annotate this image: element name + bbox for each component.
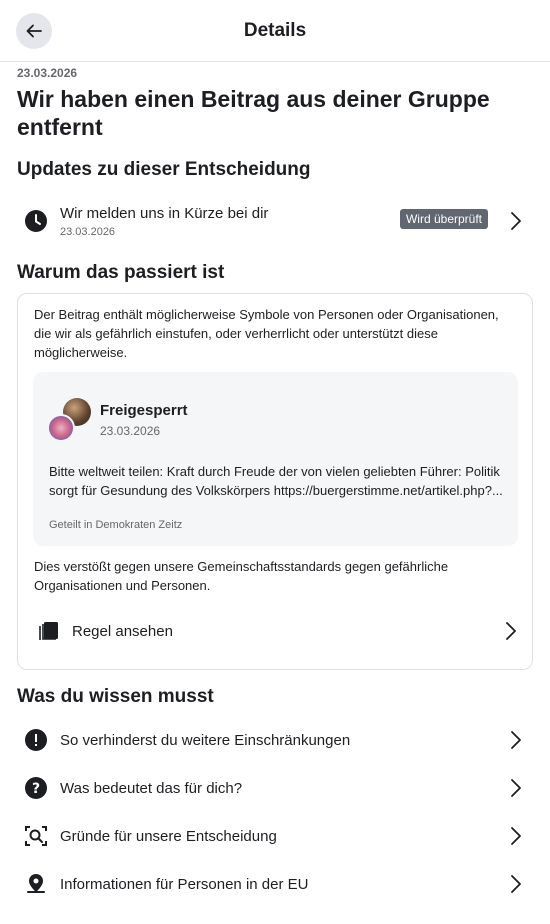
rulebook-icon <box>39 622 58 640</box>
chevron-right-icon <box>511 827 521 845</box>
violation-text: Dies verstößt gegen unsere Gemeinschafts… <box>34 559 449 593</box>
post-shared-in: Geteilt in Demokraten Zeitz <box>49 519 183 531</box>
removed-post: Freigesperrt 23.03.2026 Bitte weltweit t… <box>33 372 518 546</box>
prevent-restrictions-label: So verhinderst du weitere Einschränkunge… <box>60 731 351 749</box>
location-pin-icon <box>24 872 48 896</box>
notice-date: 23.03.2026 <box>17 66 78 80</box>
status-badge: Wird überprüft <box>399 209 488 229</box>
post-author: Freigesperrt <box>100 402 188 419</box>
eu-info-item[interactable]: Informationen für Personen in der EU <box>17 871 533 897</box>
reason-explanation: Der Beitrag enthält möglicherweise Symbo… <box>34 307 499 360</box>
svg-text:?: ? <box>32 781 40 797</box>
question-icon: ? <box>24 776 48 800</box>
decision-reasons-label: Gründe für unsere Entscheidung <box>60 827 277 845</box>
avatar <box>47 398 91 442</box>
chevron-right-icon <box>511 875 521 893</box>
why-heading: Warum das passiert ist <box>17 262 225 283</box>
notice-title: Wir haben einen Beitrag aus deiner Grupp… <box>17 86 490 140</box>
update-title: Wir melden uns in Kürze bei dir <box>60 204 269 222</box>
chevron-right-icon <box>511 212 521 230</box>
header: Details <box>0 0 550 62</box>
exclamation-icon <box>24 728 48 752</box>
reason-card: Der Beitrag enthält möglicherweise Symbo… <box>17 293 533 670</box>
post-text: Bitte weltweit teilen: Kraft durch Freud… <box>49 464 503 498</box>
updates-heading: Updates zu dieser Entscheidung <box>17 159 311 180</box>
chevron-right-icon <box>511 731 521 749</box>
post-date: 23.03.2026 <box>100 424 161 438</box>
update-date: 23.03.2026 <box>60 225 116 238</box>
clock-icon <box>24 209 48 233</box>
know-heading: Was du wissen musst <box>17 686 214 707</box>
view-rule-link[interactable]: Regel ansehen <box>38 616 518 646</box>
eu-info-label: Informationen für Personen in der EU <box>60 875 309 893</box>
prevent-restrictions-item[interactable]: So verhinderst du weitere Einschränkunge… <box>17 727 533 753</box>
search-icon <box>24 824 48 848</box>
view-rule-label: Regel ansehen <box>72 622 173 640</box>
decision-reasons-item[interactable]: Gründe für unsere Entscheidung <box>17 823 533 849</box>
page-title: Details <box>243 20 307 41</box>
chevron-right-icon <box>506 622 516 640</box>
what-it-means-item[interactable]: ? Was bedeutet das für dich? <box>17 775 533 801</box>
update-item[interactable]: Wir melden uns in Kürze bei dir 23.03.20… <box>17 201 533 241</box>
chevron-right-icon <box>511 779 521 797</box>
group-avatar-image <box>47 414 75 442</box>
what-it-means-label: Was bedeutet das für dich? <box>60 779 243 797</box>
